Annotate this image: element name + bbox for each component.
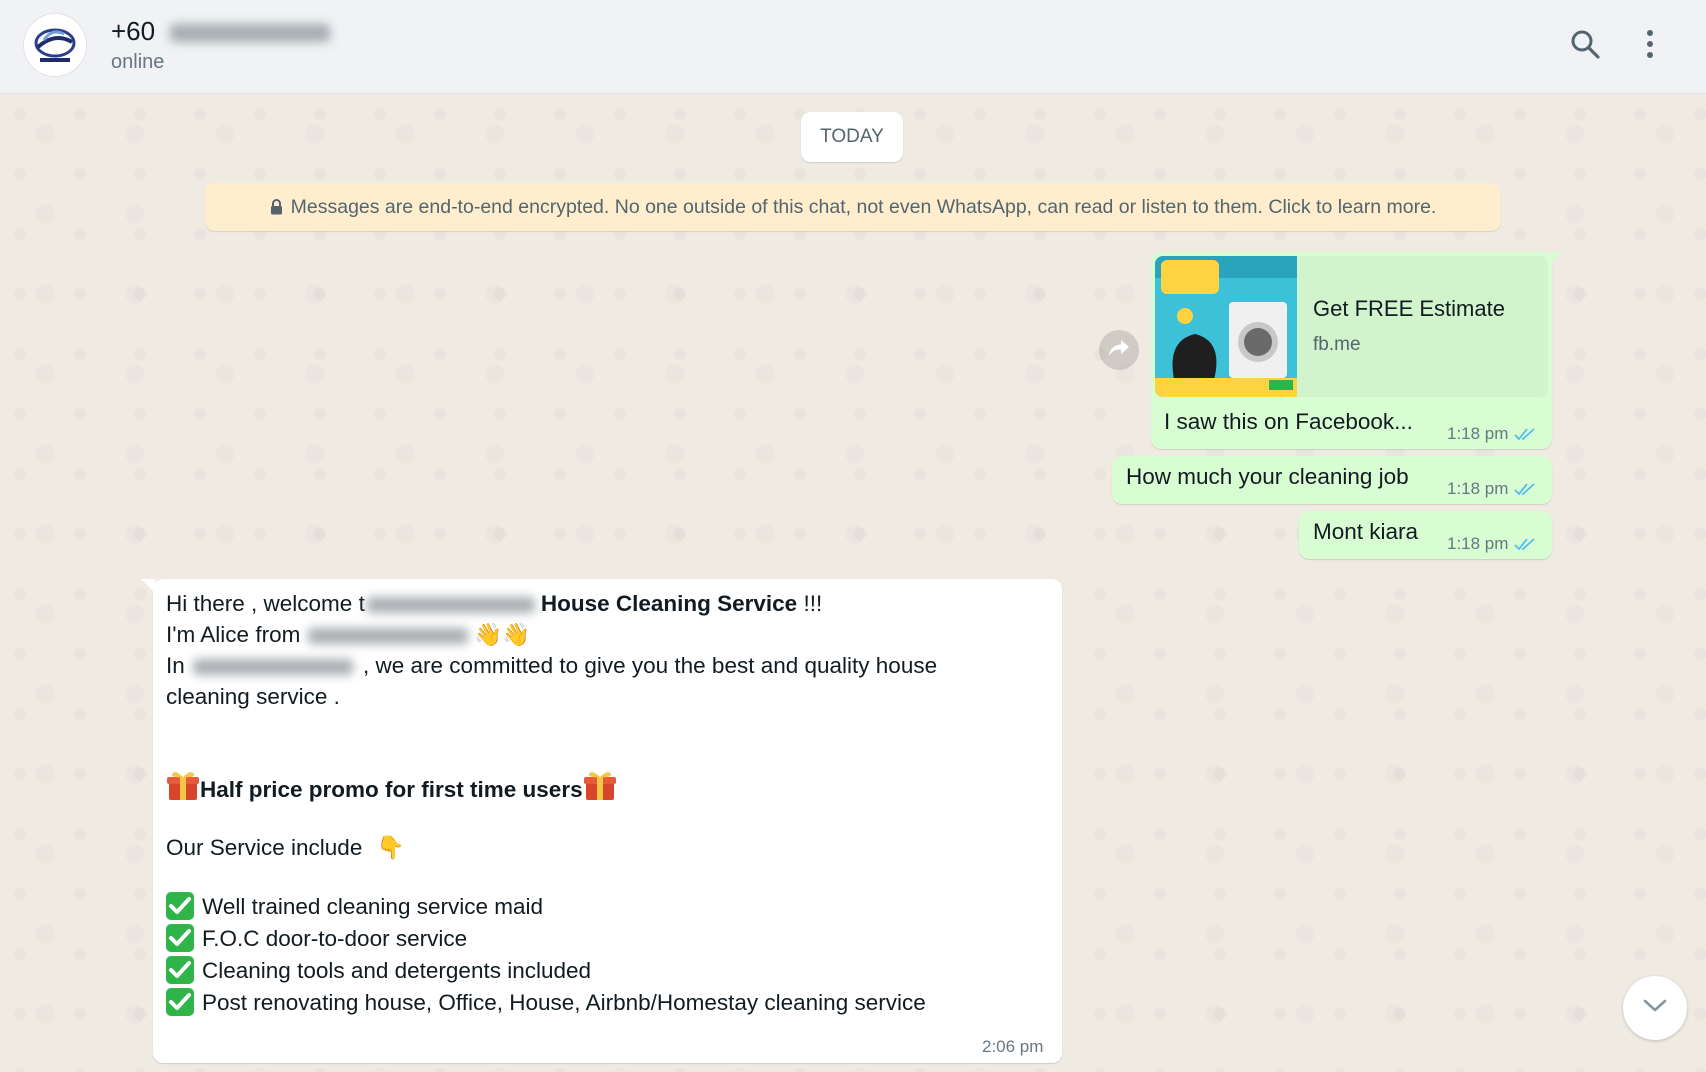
service-item: Well trained cleaning service maid bbox=[166, 892, 543, 922]
contact-name[interactable]: +60 bbox=[111, 16, 331, 47]
lock-icon bbox=[270, 199, 283, 215]
message-meta: 1:18 pm bbox=[1447, 479, 1536, 499]
service-item: Cleaning tools and detergents included bbox=[166, 956, 592, 986]
check-box-icon bbox=[166, 988, 194, 1017]
gift-icon bbox=[583, 769, 617, 807]
pointing-down-emoji: 👇 bbox=[376, 835, 405, 860]
redacted-company bbox=[192, 659, 353, 676]
welcome-line: Hi there , welcome t House Cleaning Servi… bbox=[166, 591, 822, 617]
message-text: Mont kiara bbox=[1313, 519, 1419, 544]
service-text: Cleaning tools and detergents included bbox=[202, 958, 592, 983]
commitment-pre: In bbox=[166, 653, 185, 678]
preview-title: Get FREE Estimate bbox=[1313, 296, 1505, 321]
preview-thumbnail bbox=[1155, 256, 1297, 397]
menu-icon bbox=[1646, 29, 1654, 64]
service-item: Post renovating house, Office, House, Ai… bbox=[166, 988, 926, 1018]
bubble-tail bbox=[1550, 252, 1562, 266]
search-button[interactable] bbox=[1565, 24, 1605, 68]
chat-header: +60 online bbox=[0, 0, 1706, 94]
service-text: F.O.C door-to-door service bbox=[202, 926, 468, 951]
promo-line: Half price promo for first time users bbox=[166, 772, 617, 810]
welcome-post: !!! bbox=[797, 591, 823, 616]
bubble-tail bbox=[141, 579, 155, 593]
message-time: 1:18 pm bbox=[1447, 534, 1509, 553]
gift-icon bbox=[166, 769, 200, 807]
message-time: 2:06 pm bbox=[982, 1037, 1044, 1056]
forward-icon bbox=[1108, 339, 1130, 362]
redacted-company bbox=[366, 597, 535, 614]
promo-text: Half price promo for first time users bbox=[200, 776, 583, 802]
service-intro-text: Our Service include bbox=[166, 835, 363, 860]
service-item: F.O.C door-to-door service bbox=[166, 924, 468, 954]
date-chip: TODAY bbox=[801, 112, 903, 162]
chevron-down-icon bbox=[1642, 998, 1668, 1019]
redacted-company bbox=[308, 628, 469, 645]
commitment-post: , we are committed to give you the best … bbox=[356, 653, 938, 678]
menu-button[interactable] bbox=[1630, 24, 1670, 68]
message-time: 1:18 pm bbox=[1447, 424, 1509, 443]
encryption-text: Messages are end-to-end encrypted. No on… bbox=[290, 195, 1437, 218]
forward-button[interactable] bbox=[1099, 330, 1139, 370]
commitment-line-2: cleaning service . bbox=[166, 684, 340, 709]
encryption-notice[interactable]: Messages are end-to-end encrypted. No on… bbox=[205, 183, 1501, 231]
intro-line: I'm Alice from 👋👋 bbox=[166, 622, 530, 648]
message-meta: 1:18 pm bbox=[1447, 534, 1536, 554]
message-time: 1:18 pm bbox=[1447, 479, 1509, 498]
scroll-down-button[interactable] bbox=[1623, 976, 1687, 1040]
message-text: How much your cleaning job bbox=[1126, 464, 1409, 489]
avatar[interactable] bbox=[24, 14, 86, 76]
link-preview[interactable]: Get FREE Estimate fb.me bbox=[1155, 256, 1548, 397]
message-text: I saw this on Facebook... bbox=[1164, 409, 1413, 434]
service-text: Post renovating house, Office, House, Ai… bbox=[202, 990, 926, 1015]
check-box-icon bbox=[166, 892, 194, 921]
welcome-pre: Hi there , welcome t bbox=[166, 591, 365, 616]
check-box-icon bbox=[166, 924, 194, 953]
commitment-line: In , we are committed to give you the be… bbox=[166, 653, 937, 679]
service-name: House Cleaning Service bbox=[540, 591, 798, 616]
wave-emoji: 👋👋 bbox=[474, 622, 531, 647]
contact-prefix: +60 bbox=[111, 16, 156, 46]
preview-domain: fb.me bbox=[1313, 334, 1361, 355]
double-check-icon bbox=[1514, 537, 1536, 551]
check-box-icon bbox=[166, 956, 194, 985]
double-check-icon bbox=[1514, 427, 1536, 441]
contact-status: online bbox=[111, 51, 165, 73]
redacted-number bbox=[170, 24, 331, 43]
service-intro: Our Service include 👇 bbox=[166, 835, 405, 861]
intro-pre: I'm Alice from bbox=[166, 622, 301, 647]
service-text: Well trained cleaning service maid bbox=[202, 894, 543, 919]
message-meta: 1:18 pm bbox=[1447, 424, 1536, 444]
search-icon bbox=[1570, 29, 1600, 64]
double-check-icon bbox=[1514, 482, 1536, 496]
